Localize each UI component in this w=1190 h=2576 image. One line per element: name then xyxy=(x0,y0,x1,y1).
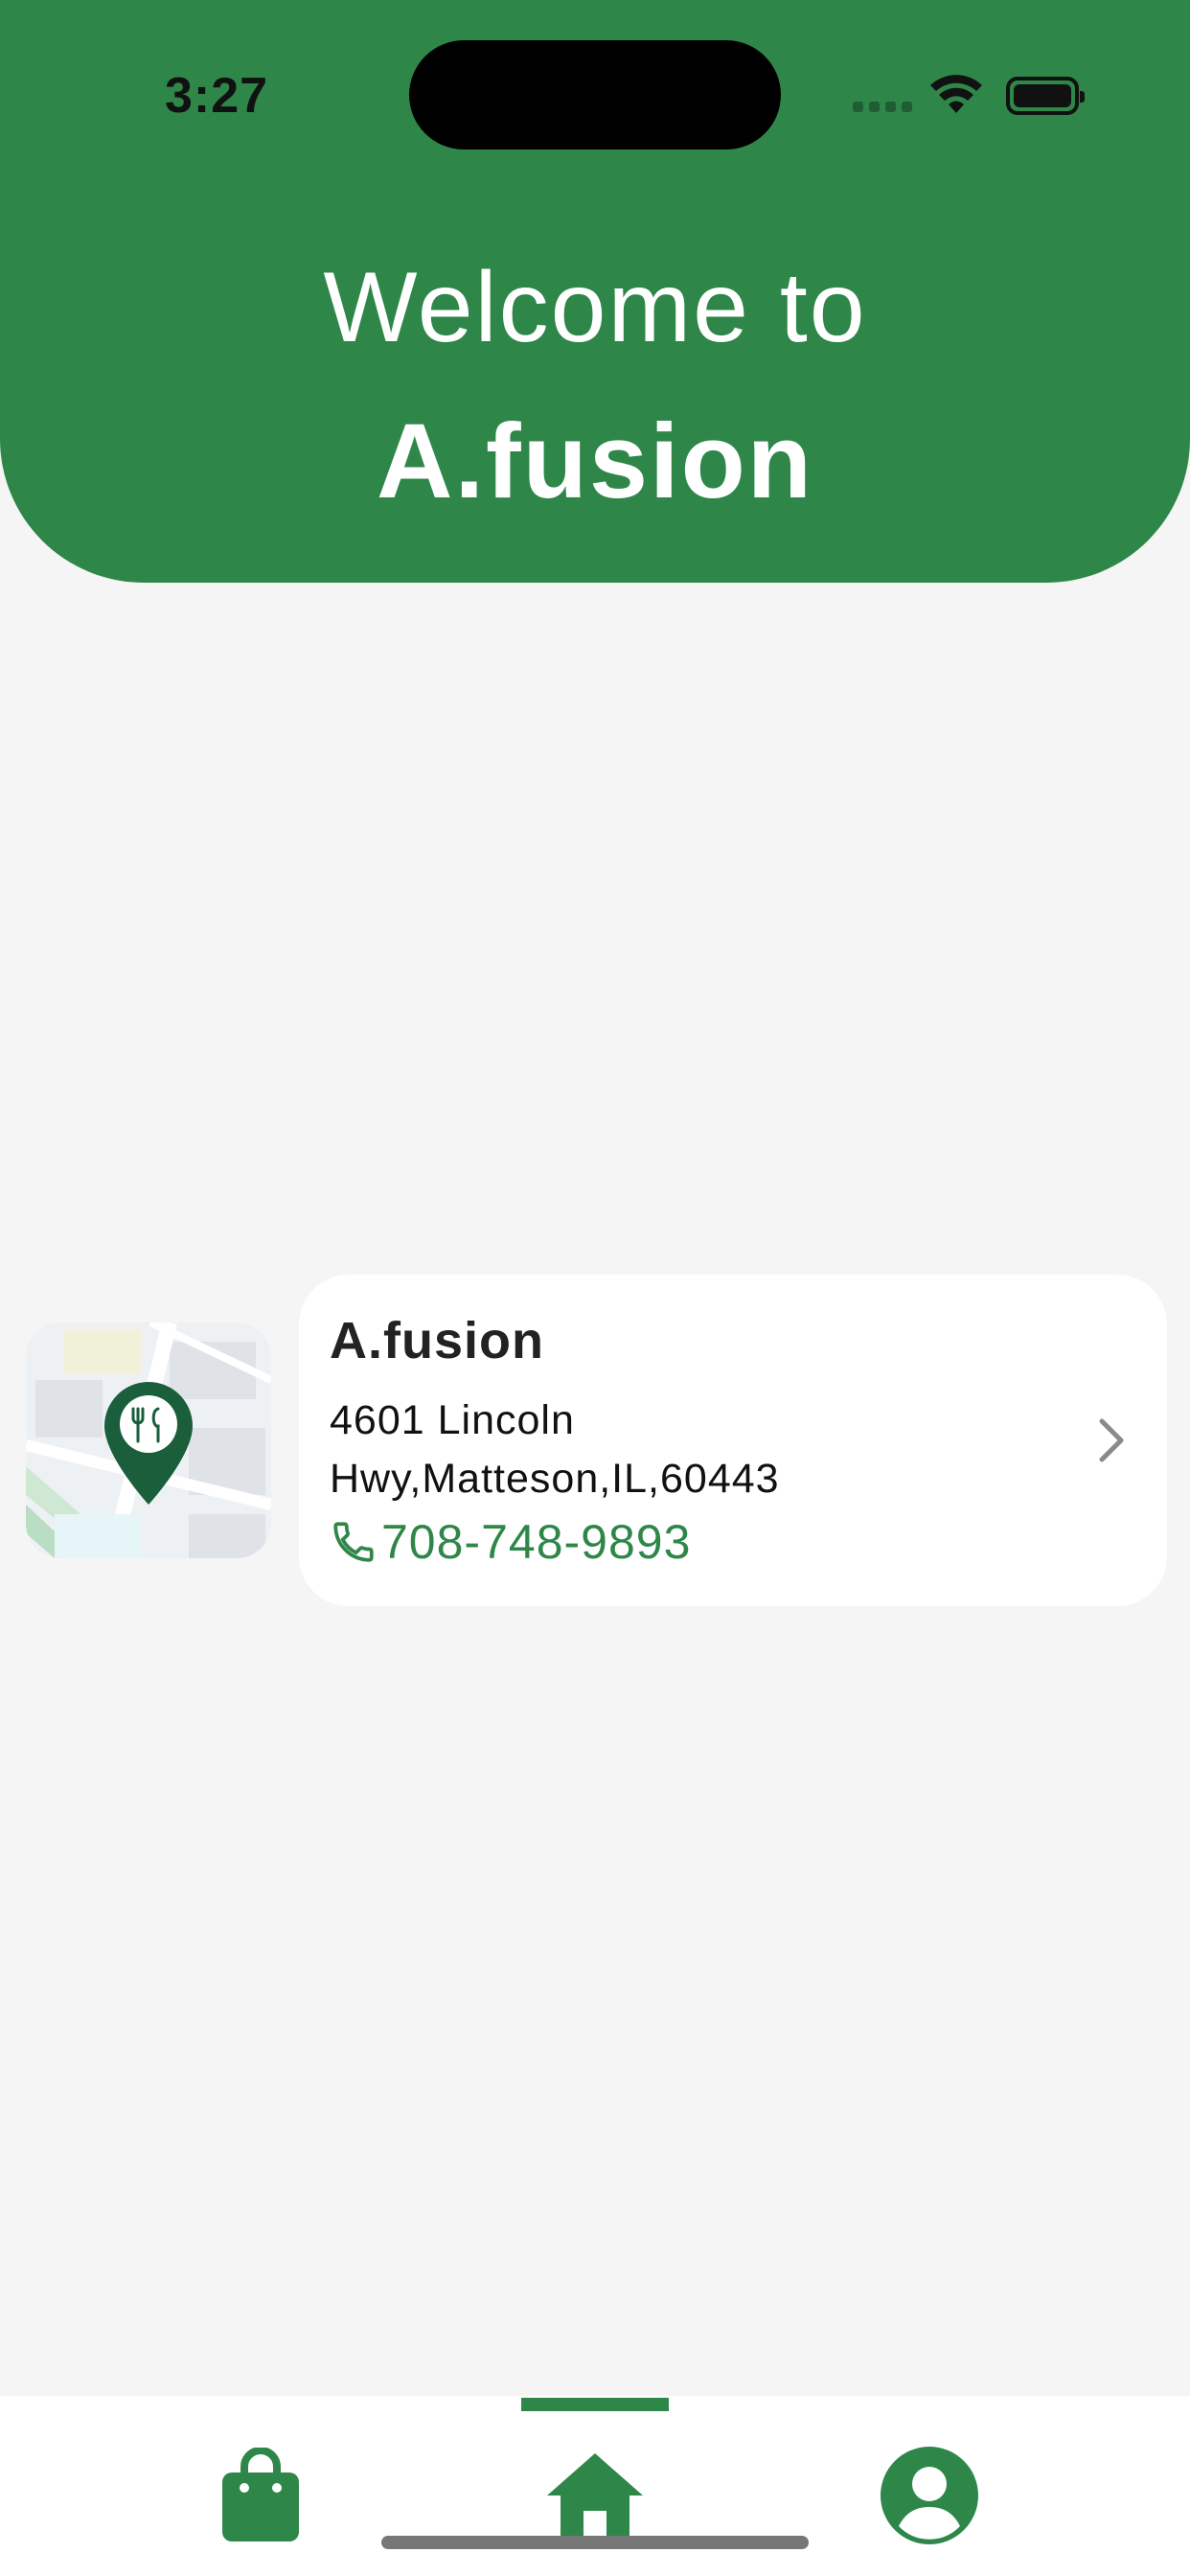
address-line-2: Hwy,Matteson,IL,60443 xyxy=(330,1456,780,1502)
restaurant-phone[interactable]: 708-748-9893 xyxy=(330,1514,691,1570)
phone-icon xyxy=(333,1522,374,1562)
welcome-text: Welcome to xyxy=(323,252,867,363)
restaurant-card[interactable]: A.fusion 4601 Lincoln Hwy,Matteson,IL,60… xyxy=(299,1275,1167,1606)
active-tab-indicator xyxy=(521,2398,669,2411)
status-time: 3:27 xyxy=(165,68,269,124)
phone-number: 708-748-9893 xyxy=(381,1515,692,1569)
welcome-header: 3:27 Welcome to A.fusion xyxy=(0,0,1190,583)
home-icon xyxy=(547,2453,643,2540)
user-circle-icon xyxy=(881,2447,978,2544)
restaurant-name: A.fusion xyxy=(330,1312,544,1369)
wifi-icon xyxy=(930,75,982,113)
cellular-signal-icon xyxy=(853,102,912,115)
dynamic-island xyxy=(409,40,781,150)
screen: 3:27 Welcome to A.fusion A.fusion 4601 L… xyxy=(0,0,1190,2576)
address-line-1: 4601 Lincoln xyxy=(330,1397,575,1443)
map-pin-fork-knife-icon xyxy=(26,1322,271,1558)
brand-title: A.fusion xyxy=(377,402,813,520)
restaurant-address: 4601 Lincoln Hwy,Matteson,IL,60443 xyxy=(330,1392,866,1508)
home-indicator[interactable] xyxy=(381,2536,809,2549)
nav-profile-button[interactable] xyxy=(867,2438,992,2553)
chevron-right-icon xyxy=(1099,1418,1124,1462)
battery-icon xyxy=(1006,77,1085,115)
nav-orders-button[interactable] xyxy=(198,2438,323,2553)
shopping-bag-icon xyxy=(222,2448,299,2542)
restaurant-map-thumbnail[interactable] xyxy=(26,1322,271,1558)
